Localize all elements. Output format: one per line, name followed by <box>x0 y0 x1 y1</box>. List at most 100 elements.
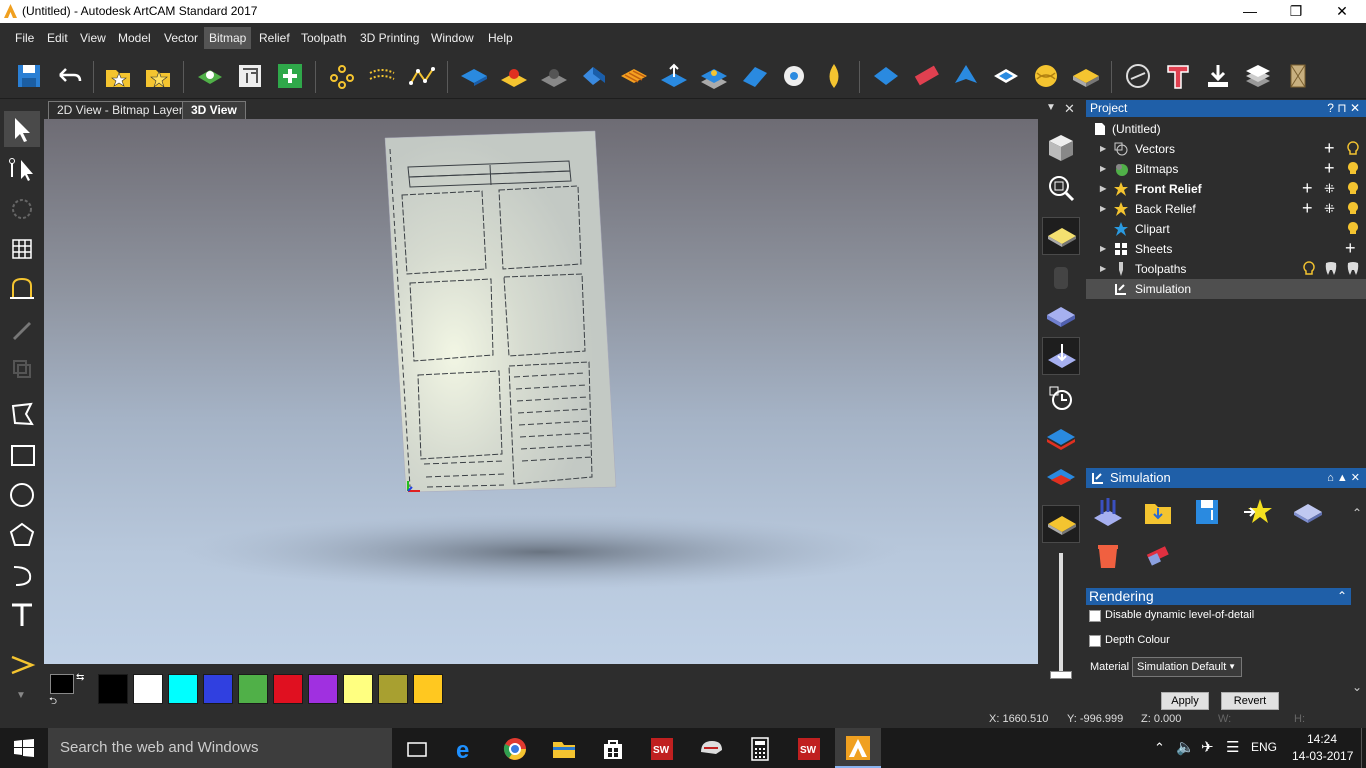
add-icon[interactable]: + <box>1324 138 1335 158</box>
foreground-color-swatch[interactable] <box>50 674 74 694</box>
grid-add-icon[interactable]: ⁜ <box>1324 179 1335 199</box>
eraser-sim-icon[interactable] <box>1142 540 1174 572</box>
expand-icon[interactable]: ▶ <box>1100 259 1106 279</box>
dotted-line-icon[interactable] <box>367 61 397 91</box>
select-tool-icon[interactable] <box>4 111 40 147</box>
undo-icon[interactable] <box>54 61 84 91</box>
rectangle-tool-icon[interactable] <box>4 437 40 473</box>
show-hidden-icons[interactable]: ⌃ <box>1154 740 1165 756</box>
download-icon[interactable] <box>1203 61 1233 91</box>
volume-icon[interactable]: 🔈 <box>1176 738 1195 756</box>
language-indicator[interactable]: ENG <box>1251 740 1277 754</box>
palette-swatch[interactable] <box>168 674 198 704</box>
tooth-icon[interactable] <box>1345 261 1361 277</box>
menu-3d-printing[interactable]: 3D Printing <box>355 31 424 45</box>
relief-grey-icon[interactable] <box>539 61 569 91</box>
action-center-icon[interactable]: ☰ <box>1226 738 1239 756</box>
menu-edit[interactable]: Edit <box>42 31 73 45</box>
solidworks-2015-icon[interactable]: SW <box>649 736 675 762</box>
revert-button[interactable]: Revert <box>1221 692 1279 710</box>
bitmap-layer-icon[interactable] <box>195 61 225 91</box>
blue-layer-icon[interactable] <box>1042 419 1080 457</box>
red-layer-icon[interactable] <box>1042 459 1080 497</box>
relief-blue-icon[interactable] <box>459 61 489 91</box>
calculator-icon[interactable] <box>747 736 773 762</box>
expand-icon[interactable]: ▶ <box>1100 239 1106 259</box>
simulation-block-icon[interactable] <box>1292 496 1324 528</box>
tree-item-clipart[interactable]: Clipart <box>1086 219 1366 239</box>
layer-stack-icon[interactable] <box>699 61 729 91</box>
disable-lod-checkbox[interactable] <box>1089 610 1101 622</box>
delete-simulation-icon[interactable] <box>1092 540 1124 572</box>
add-icon[interactable]: + <box>1345 238 1356 258</box>
tooth-icon[interactable] <box>1323 261 1339 277</box>
simulate-star-icon[interactable] <box>1242 496 1274 528</box>
show-desktop-button[interactable] <box>1361 728 1366 768</box>
lattice-icon[interactable] <box>1283 61 1313 91</box>
load-simulation-icon[interactable] <box>1142 496 1174 528</box>
palette-swatch[interactable] <box>203 674 233 704</box>
weave-icon[interactable] <box>1031 61 1061 91</box>
minimize-button[interactable]: — <box>1227 0 1273 23</box>
reset-relief-icon[interactable] <box>779 61 809 91</box>
solidworks-2015-icon[interactable]: SW <box>796 736 822 762</box>
palette-swatch[interactable] <box>378 674 408 704</box>
grid-add-icon[interactable]: ⁜ <box>1324 199 1335 219</box>
scroll-down-icon[interactable]: ⌄ <box>1352 680 1362 694</box>
menu-relief[interactable]: Relief <box>254 31 295 45</box>
palette-swatch[interactable] <box>413 674 443 704</box>
polyline-icon[interactable] <box>407 61 437 91</box>
diamond-blue-icon[interactable] <box>871 61 901 91</box>
node-points-icon[interactable] <box>327 61 357 91</box>
sheet-relief-icon[interactable] <box>739 61 769 91</box>
show-block-icon[interactable] <box>1042 297 1080 335</box>
expand-icon[interactable]: ▶ <box>1100 159 1106 179</box>
close-view-icon[interactable]: ✕ <box>1064 101 1075 117</box>
zoom-slider-track[interactable] <box>1059 553 1063 673</box>
clock-time[interactable]: 14:24 <box>1307 732 1337 746</box>
bulb-on-icon[interactable] <box>1345 221 1361 237</box>
split-relief-icon[interactable] <box>1123 61 1153 91</box>
toolpath-tool-icon[interactable] <box>4 647 40 683</box>
menu-model[interactable]: Model <box>113 31 156 45</box>
store-icon[interactable] <box>600 736 626 762</box>
restore-button[interactable]: ❐ <box>1273 0 1319 23</box>
palette-swatch[interactable] <box>308 674 338 704</box>
expand-icon[interactable]: ▶ <box>1100 139 1106 159</box>
tree-item-bitmaps[interactable]: ▶ Bitmaps + <box>1086 158 1366 179</box>
tab-list-icon[interactable]: ▼ <box>1046 102 1056 113</box>
save-simulation-icon[interactable] <box>1192 496 1224 528</box>
tree-item-vectors[interactable]: ▶ Vectors + <box>1086 138 1366 159</box>
palette-swatch[interactable] <box>238 674 268 704</box>
open-model-icon[interactable] <box>103 61 133 91</box>
bitmap-grid-icon[interactable] <box>235 61 265 91</box>
task-view-icon[interactable] <box>404 736 430 762</box>
bulb-on-icon[interactable] <box>1345 181 1361 197</box>
copy-tool-icon[interactable] <box>4 351 40 387</box>
favourite-folder-icon[interactable] <box>143 61 173 91</box>
add-icon[interactable]: + <box>1324 158 1335 178</box>
text-tool-icon[interactable] <box>4 597 40 633</box>
helmet-app-icon[interactable] <box>698 736 724 762</box>
drop-icon[interactable] <box>819 61 849 91</box>
tree-item-toolpaths[interactable]: ▶ Toolpaths <box>1086 259 1366 279</box>
grid-tool-icon[interactable] <box>4 231 40 267</box>
knife-tool-icon[interactable] <box>4 311 40 347</box>
clock-date[interactable]: 14-03-2017 <box>1292 749 1353 763</box>
tab-3d-view[interactable]: 3D View <box>182 101 246 119</box>
depth-colour-checkbox[interactable] <box>1089 635 1101 647</box>
gold-material-icon[interactable] <box>1042 505 1080 543</box>
yellow-slab-icon[interactable] <box>1071 61 1101 91</box>
tree-item-front-relief[interactable]: ▶ Front Relief + ⁜ <box>1086 178 1366 199</box>
artcam-taskbar-button[interactable] <box>835 728 881 768</box>
expand-icon[interactable]: ▶ <box>1100 179 1106 199</box>
simulate-toolpath-icon[interactable] <box>1092 496 1124 528</box>
network-icon[interactable]: ✈ <box>1201 738 1214 756</box>
texture-icon[interactable] <box>619 61 649 91</box>
eraser-icon[interactable] <box>911 61 941 91</box>
stack-layers-icon[interactable] <box>1243 61 1273 91</box>
tree-item-simulation[interactable]: Simulation <box>1086 279 1366 299</box>
measure-tool-icon[interactable] <box>4 271 40 307</box>
file-explorer-icon[interactable] <box>551 736 577 762</box>
menu-bitmap[interactable]: Bitmap <box>204 27 252 49</box>
